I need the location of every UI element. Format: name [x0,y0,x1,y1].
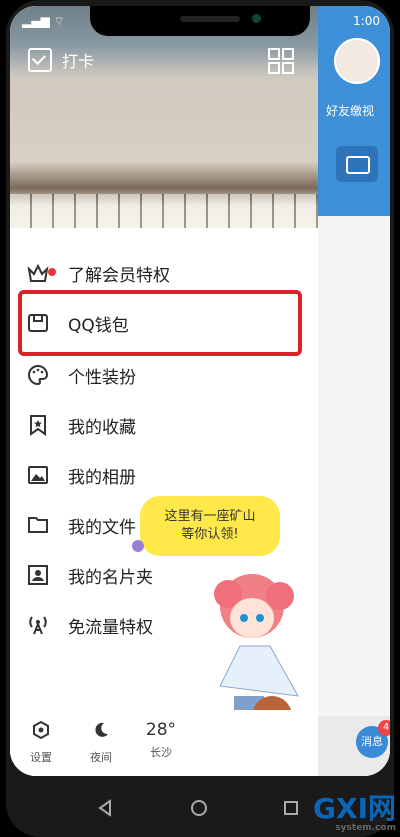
side-drawer: 打卡 了解会员特权 QQ钱包 个性装扮 我的收藏 我的相册 我的文件 我的名片夹… [10,6,318,776]
menu-item-label: 我的名片夹 [68,567,153,588]
signal-wifi-status: ▂▄▆ ⌔ [22,14,65,28]
bookmark-star-icon [30,415,46,436]
menu-item-label: 免流量特权 [68,617,153,638]
photo-icon [28,466,48,484]
menu-item-label: 我的相册 [68,467,136,488]
night-label: 夜间 [90,751,112,764]
settings-button[interactable]: 设置 [16,720,66,765]
video-icon [346,156,370,174]
weather-widget[interactable]: 28° 长沙 [136,720,186,760]
video-button[interactable] [336,146,378,182]
menu-item-label: 了解会员特权 [68,265,170,286]
bubble-dot [132,540,144,552]
drawer-header-background: 打卡 [10,6,318,228]
friend-label: 好友缴视 [326,104,375,118]
qr-code-icon[interactable] [268,48,294,74]
main-header: 好友缴视 [318,6,390,216]
checkin-label: 打卡 [62,52,95,71]
temperature: 28° [145,720,177,740]
clock: 1:00 [353,14,380,28]
rails-decoration [10,194,318,228]
palette-icon [28,364,49,386]
city-label: 长沙 [150,746,172,759]
tabbar-peek: 消息 4 [318,716,390,776]
recents-icon[interactable] [282,799,300,817]
msg-label: 消息 [361,735,383,748]
message-badge: 4 [378,720,390,736]
menu-item-favorites[interactable]: 我的收藏 [10,400,318,450]
night-mode-button[interactable]: 夜间 [76,720,126,765]
bubble-line2: 等你认领! [181,527,239,542]
highlight-box [18,290,302,356]
menu-item-theme[interactable]: 个性装扮 [10,350,318,400]
screen: ▂▄▆ ⌔ 1:00 好友缴视 消息 4 打卡 了解会员特权 QQ钱包 个性装扮… [10,6,390,776]
speaker [180,16,240,22]
menu-item-label: 个性装扮 [68,367,136,388]
checkin-icon [28,48,52,72]
menu-item-label: 我的文件 [68,517,136,538]
notch [90,6,310,36]
contact-card-icon [28,565,48,585]
moon-icon [95,722,108,737]
checkin-button[interactable]: 打卡 [28,48,94,72]
drawer-bottom-bar: 设置 夜间 28° 长沙 [10,710,318,776]
antenna-icon [29,616,47,635]
crown-icon [27,263,49,282]
avatar[interactable] [334,38,380,84]
camera [252,14,261,23]
folder-icon [28,517,48,533]
settings-label: 设置 [30,751,52,764]
phone-frame: ▂▄▆ ⌔ 1:00 好友缴视 消息 4 打卡 了解会员特权 QQ钱包 个性装扮… [6,0,394,837]
menu-item-album[interactable]: 我的相册 [10,450,318,500]
site-watermark: GXI网 system.com [313,787,396,833]
bubble-line1: 这里有一座矿山 [164,509,256,524]
notification-dot [48,268,56,276]
main-panel-peek[interactable]: 好友缴视 消息 4 [318,6,390,776]
settings-hex-icon [33,720,49,740]
menu-item-label: 我的收藏 [68,417,136,438]
home-icon[interactable] [190,799,208,817]
watermark-brand: GXI网 [313,792,396,825]
promo-bubble[interactable]: 这里有一座矿山 等你认领! [132,496,280,556]
back-icon[interactable] [96,799,114,817]
